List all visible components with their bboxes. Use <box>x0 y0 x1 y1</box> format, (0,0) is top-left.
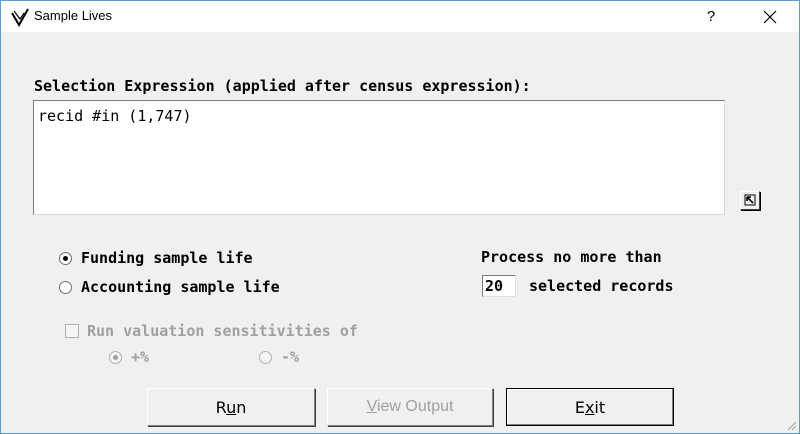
button-label: Exit <box>574 397 606 417</box>
title-bar: Sample Lives ? <box>1 1 799 32</box>
close-button[interactable] <box>745 1 795 32</box>
radio-label: -% <box>281 348 300 366</box>
radio-accounting-sample-life[interactable]: Accounting sample life <box>59 278 280 296</box>
radio-plus-percent[interactable]: +% <box>109 348 149 366</box>
selection-expression-label: Selection Expression (applied after cens… <box>34 77 531 95</box>
radio-label: +% <box>131 348 150 366</box>
expand-editor-button[interactable] <box>740 191 760 210</box>
radio-button[interactable] <box>59 280 72 294</box>
record-count-input[interactable]: 20 <box>482 275 516 297</box>
radio-button[interactable] <box>259 350 272 364</box>
button-label: Run <box>215 397 247 417</box>
help-button[interactable]: ? <box>688 1 734 32</box>
run-sensitivities-checkbox[interactable] <box>65 324 79 338</box>
run-button[interactable]: Run <box>147 388 315 426</box>
sample-lives-dialog: Sample Lives ? Selection Expression (app… <box>0 0 800 434</box>
radio-button[interactable] <box>59 251 72 265</box>
selection-expression-input[interactable]: recid #in (1,747) <box>33 100 725 215</box>
resize-grip-icon[interactable] <box>785 419 797 431</box>
run-sensitivities-checkbox-row[interactable]: Run valuation sensitivities of <box>65 322 358 340</box>
expand-arrow-icon <box>744 194 756 206</box>
radio-minus-percent[interactable]: -% <box>259 348 299 366</box>
run-sensitivities-label: Run valuation sensitivities of <box>87 322 358 340</box>
check-diamond-icon <box>11 8 29 27</box>
view-output-button[interactable]: View Output <box>327 388 493 426</box>
radio-label: Accounting sample life <box>81 278 280 296</box>
process-limit-label: Process no more than <box>481 248 662 266</box>
radio-button[interactable] <box>109 350 122 364</box>
close-icon <box>763 10 777 23</box>
window-title: Sample Lives <box>34 8 113 23</box>
exit-button[interactable]: Exit <box>506 388 674 426</box>
selected-records-label: selected records <box>529 277 674 295</box>
radio-label: Funding sample life <box>81 249 253 267</box>
button-label: View Output <box>366 398 454 415</box>
selection-expression-text: recid #in (1,747) <box>38 107 192 125</box>
radio-funding-sample-life[interactable]: Funding sample life <box>59 249 253 267</box>
